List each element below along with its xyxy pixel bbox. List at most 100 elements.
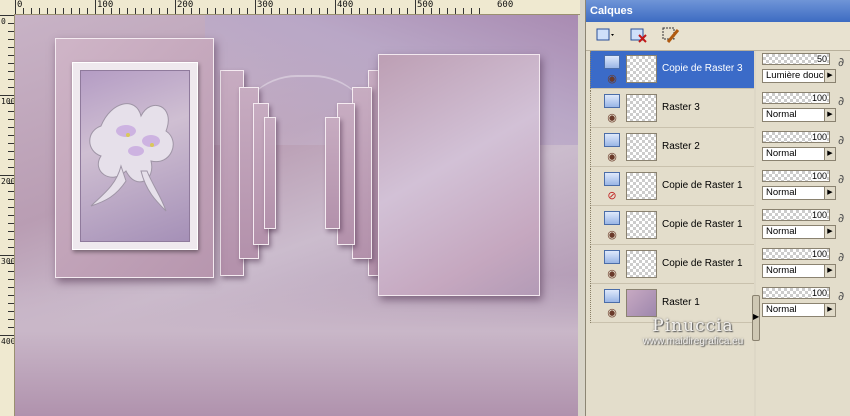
raster-layer-icon[interactable] bbox=[604, 172, 620, 186]
layer-name[interactable]: Copie de Raster 1 bbox=[662, 258, 743, 269]
dropdown-arrow-icon[interactable]: ▶ bbox=[824, 148, 835, 160]
dropdown-arrow-icon[interactable]: ▶ bbox=[824, 226, 835, 238]
opacity-slider[interactable]: 100 bbox=[762, 92, 830, 104]
raster-layer-icon[interactable] bbox=[604, 55, 620, 69]
dropdown-arrow-icon[interactable]: ▶ bbox=[824, 265, 835, 277]
blend-mode-value: Normal bbox=[766, 109, 797, 120]
delete-layer-button[interactable] bbox=[628, 26, 650, 46]
ruler-label: 500 bbox=[417, 0, 434, 10]
eye-icon[interactable]: ◉ bbox=[605, 112, 619, 124]
layer-props-row: 50 Lumière douce ▶ ∂ bbox=[758, 51, 850, 89]
ruler-tick bbox=[8, 135, 14, 136]
ruler-tick bbox=[231, 8, 232, 14]
blend-mode-select[interactable]: Lumière douce ▶ bbox=[762, 69, 836, 83]
layer-row[interactable]: ◉ Copie de Raster 3 bbox=[590, 51, 754, 89]
opacity-value: 100 bbox=[811, 249, 827, 259]
ruler-tick bbox=[8, 327, 14, 328]
dropdown-arrow-icon[interactable]: ▶ bbox=[824, 70, 835, 82]
ruler-tick bbox=[8, 223, 14, 224]
opacity-value: 100 bbox=[811, 132, 827, 142]
raster-layer-icon[interactable] bbox=[604, 211, 620, 225]
dropdown-arrow-icon[interactable]: ▶ bbox=[824, 304, 835, 316]
layer-name[interactable]: Raster 3 bbox=[662, 102, 700, 113]
flower-art bbox=[89, 103, 174, 212]
eye-icon[interactable]: ◉ bbox=[605, 73, 619, 85]
layer-props-row: 100 Normal ▶ ∂ bbox=[758, 246, 850, 284]
layer-name[interactable]: Copie de Raster 3 bbox=[662, 63, 743, 74]
link-icon[interactable]: ∂ bbox=[838, 172, 844, 186]
hidden-eye-icon[interactable]: ⊘ bbox=[605, 190, 619, 202]
raster-layer-icon[interactable] bbox=[604, 133, 620, 147]
link-icon[interactable]: ∂ bbox=[838, 211, 844, 225]
link-icon[interactable]: ∂ bbox=[838, 133, 844, 147]
layer-thumbnail bbox=[626, 289, 657, 317]
ruler-tick bbox=[8, 119, 14, 120]
ruler-label: 400 bbox=[1, 337, 15, 346]
opacity-slider[interactable]: 50 bbox=[762, 53, 830, 65]
ruler-tick bbox=[367, 8, 368, 14]
layer-props-row: 100 Normal ▶ ∂ bbox=[758, 168, 850, 206]
new-layer-button[interactable] bbox=[592, 26, 620, 46]
ruler-tick bbox=[87, 8, 88, 14]
ruler-tick bbox=[31, 8, 32, 14]
link-icon[interactable]: ∂ bbox=[838, 94, 844, 108]
opacity-slider[interactable]: 100 bbox=[762, 170, 830, 182]
ruler-label: 400 bbox=[337, 0, 354, 10]
ruler-tick bbox=[439, 8, 440, 14]
opacity-slider[interactable]: 100 bbox=[762, 287, 830, 299]
layer-row[interactable]: ◉ Raster 3 bbox=[590, 90, 754, 128]
ruler-tick bbox=[463, 8, 464, 14]
layer-name[interactable]: Copie de Raster 1 bbox=[662, 219, 743, 230]
blend-mode-select[interactable]: Normal ▶ bbox=[762, 264, 836, 278]
layer-name[interactable]: Copie de Raster 1 bbox=[662, 180, 743, 191]
link-icon[interactable]: ∂ bbox=[838, 250, 844, 264]
ruler-tick bbox=[415, 0, 416, 14]
corridor-card bbox=[352, 87, 372, 259]
layer-row[interactable]: ◉ Copie de Raster 1 bbox=[590, 207, 754, 245]
raster-layer-icon[interactable] bbox=[604, 289, 620, 303]
opacity-slider[interactable]: 100 bbox=[762, 248, 830, 260]
ruler-tick bbox=[247, 8, 248, 14]
image-canvas[interactable] bbox=[15, 15, 578, 416]
ruler-tick bbox=[287, 8, 288, 14]
layer-name[interactable]: Raster 2 bbox=[662, 141, 700, 152]
blend-mode-select[interactable]: Normal ▶ bbox=[762, 225, 836, 239]
blend-mode-select[interactable]: Normal ▶ bbox=[762, 303, 836, 317]
opacity-slider[interactable]: 100 bbox=[762, 209, 830, 221]
link-icon[interactable]: ∂ bbox=[838, 289, 844, 303]
ruler-tick bbox=[255, 0, 256, 14]
edit-mask-button[interactable] bbox=[660, 26, 682, 46]
eye-icon[interactable]: ◉ bbox=[605, 307, 619, 319]
dropdown-arrow-icon[interactable]: ▶ bbox=[824, 109, 835, 121]
watermark: Pinuccia www.maidiregrafica.eu bbox=[618, 316, 768, 347]
opacity-value: 100 bbox=[811, 288, 827, 298]
opacity-slider[interactable]: 100 bbox=[762, 131, 830, 143]
raster-layer-icon[interactable] bbox=[604, 94, 620, 108]
ruler-tick bbox=[8, 287, 14, 288]
blend-mode-value: Normal bbox=[766, 148, 797, 159]
layer-row[interactable]: ◉ Copie de Raster 1 bbox=[590, 246, 754, 284]
ruler-tick bbox=[199, 8, 200, 14]
blend-mode-select[interactable]: Normal ▶ bbox=[762, 186, 836, 200]
layer-name[interactable]: Raster 1 bbox=[662, 297, 700, 308]
raster-layer-icon[interactable] bbox=[604, 250, 620, 264]
eye-icon[interactable]: ◉ bbox=[605, 229, 619, 241]
layer-row[interactable]: ◉ Raster 2 bbox=[590, 129, 754, 167]
dropdown-arrow-icon[interactable]: ▶ bbox=[824, 187, 835, 199]
blend-mode-value: Normal bbox=[766, 226, 797, 237]
blend-mode-select[interactable]: Normal ▶ bbox=[762, 108, 836, 122]
eye-icon[interactable]: ◉ bbox=[605, 268, 619, 280]
ruler-tick bbox=[455, 8, 456, 14]
layer-tree-line bbox=[590, 129, 601, 167]
ruler-tick bbox=[15, 0, 16, 14]
palette-title[interactable]: Calques bbox=[586, 0, 850, 22]
ruler-tick bbox=[175, 0, 176, 14]
layer-row[interactable]: ⊘ Copie de Raster 1 bbox=[590, 168, 754, 206]
eye-icon[interactable]: ◉ bbox=[605, 151, 619, 163]
ruler-tick bbox=[311, 8, 312, 14]
blend-mode-select[interactable]: Normal ▶ bbox=[762, 147, 836, 161]
ruler-tick bbox=[8, 271, 14, 272]
ruler-tick bbox=[8, 87, 14, 88]
ruler-tick bbox=[8, 111, 14, 112]
link-icon[interactable]: ∂ bbox=[838, 55, 844, 69]
